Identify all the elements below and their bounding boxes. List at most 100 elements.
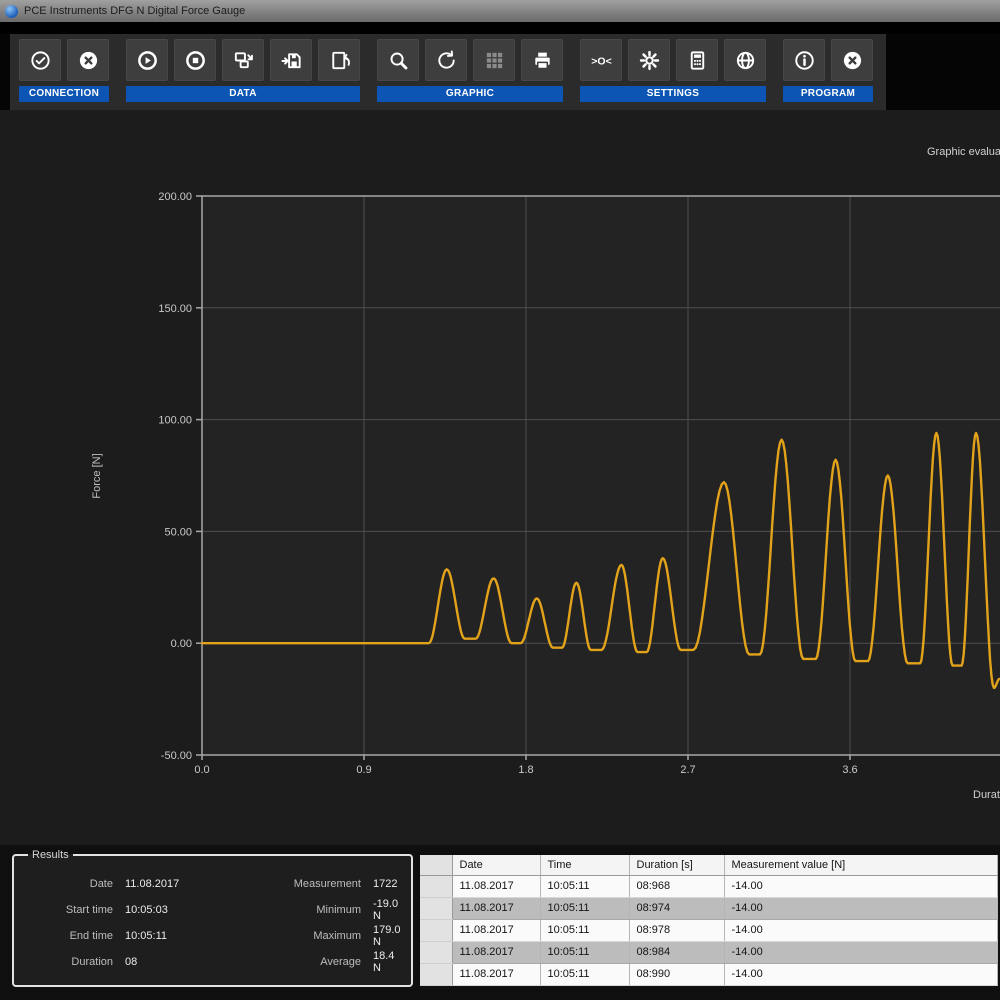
y-tick-label: 50.00: [164, 526, 192, 538]
toolbar-group-settings: >O< SETTINGS: [580, 39, 766, 102]
cell-time: 10:05:11: [540, 963, 630, 986]
cell-date: 11.08.2017: [452, 963, 541, 986]
window-title: PCE Instruments DFG N Digital Force Gaug…: [24, 5, 246, 17]
grid-toggle-button[interactable]: [473, 39, 515, 81]
row-selector[interactable]: [420, 897, 453, 920]
stop-measurement-button[interactable]: [174, 39, 216, 81]
x-tick-label: 0.9: [356, 764, 371, 776]
results-average-value: 18.4 N: [373, 950, 395, 974]
cell-date: 11.08.2017: [452, 919, 541, 942]
bottom-panel: Results Date 11.08.2017 Measurement 1722 Sta…: [0, 845, 1000, 1000]
group-label-connection: CONNECTION: [19, 86, 109, 102]
group-label-graphic: GRAPHIC: [377, 86, 563, 102]
column-header-time[interactable]: Time: [540, 855, 630, 876]
y-tick-label: 100.00: [158, 415, 192, 427]
toolbar-group-data: DATA: [126, 39, 360, 102]
save-data-button[interactable]: [270, 39, 312, 81]
y-tick-label: 0.00: [171, 638, 192, 650]
group-label-program: PROGRAM: [783, 86, 873, 102]
results-duration-value: 08: [125, 956, 138, 968]
zero-adjust-button[interactable]: >O<: [580, 39, 622, 81]
x-tick-label: 3.6: [842, 764, 857, 776]
import-data-button[interactable]: [318, 39, 360, 81]
connect-button[interactable]: [19, 39, 61, 81]
y-tick-label: -50.00: [161, 750, 192, 762]
cell-measurement-value: -14.00: [724, 919, 998, 942]
window-titlebar[interactable]: PCE Instruments DFG N Digital Force Gaug…: [0, 0, 1000, 22]
application-window: PCE Instruments DFG N Digital Force Gaug…: [0, 0, 1000, 1000]
grid-icon: [486, 52, 502, 68]
cell-date: 11.08.2017: [452, 875, 541, 898]
table-row[interactable]: 11.08.2017 10:05:11 08:984 -14.00: [420, 941, 998, 964]
results-date-value: 11.08.2017: [125, 878, 180, 890]
toolbar-group-graphic: GRAPHIC: [377, 39, 563, 102]
measurement-table: Date Time Duration [s] Measurement value [N…: [420, 855, 998, 986]
row-selector[interactable]: [420, 941, 453, 964]
print-graphic-button[interactable]: [521, 39, 563, 81]
table-header-row: Date Time Duration [s] Measurement value [N…: [420, 855, 998, 876]
x-tick-label: 1.8: [518, 764, 533, 776]
table-row[interactable]: 11.08.2017 10:05:11 08:968 -14.00: [420, 875, 998, 898]
cell-duration: 08:978: [629, 919, 725, 942]
settings-icon: [639, 50, 659, 70]
cell-duration: 08:990: [629, 963, 725, 986]
table-row[interactable]: 11.08.2017 10:05:11 08:978 -14.00: [420, 919, 998, 942]
cell-time: 10:05:11: [540, 941, 630, 964]
results-end-time-value: 10:05:11: [125, 930, 168, 942]
column-header-date[interactable]: Date: [452, 855, 541, 876]
calculator-icon: [690, 50, 704, 70]
results-maximum-value: 179.0 N: [373, 924, 401, 948]
export-data-button[interactable]: [222, 39, 264, 81]
results-date-label: Date: [89, 878, 113, 890]
chart-region: 200.00 150.00 100.00 50.00 0.00 -50.00 0.0 0.9 1…: [0, 110, 1000, 845]
refresh-icon: [437, 50, 455, 69]
force-chart: 200.00 150.00 100.00 50.00 0.00 -50.000.0 0.9 1…: [91, 146, 1000, 801]
row-selector[interactable]: [420, 919, 453, 942]
table-row[interactable]: 11.08.2017 10:05:11 08:974 -14.00: [420, 897, 998, 920]
exit-icon: [843, 51, 861, 69]
table-row[interactable]: 11.08.2017 10:05:11 08:990 -14.00: [420, 963, 998, 986]
toolbar-button-row: >O<: [580, 39, 766, 81]
measurement-table-container: Date Time Duration [s] Measurement value [N…: [420, 855, 998, 988]
stop-icon: [185, 50, 205, 70]
language-icon: [736, 51, 754, 69]
results-duration-label: Duration: [71, 956, 113, 968]
results-panel: Results Date 11.08.2017 Measurement 1722 Sta…: [12, 849, 413, 987]
row-selector[interactable]: [420, 875, 453, 898]
column-header-measurement-value-n-[interactable]: Measurement value [N]: [724, 855, 998, 876]
language-button[interactable]: [724, 39, 766, 81]
save-icon: [280, 52, 301, 68]
cell-measurement-value: -14.00: [724, 897, 998, 920]
zoom-button[interactable]: [377, 39, 419, 81]
results-measurement-value: 1722: [373, 878, 398, 890]
plot-area: [202, 196, 1000, 755]
print-icon: [534, 52, 550, 69]
play-icon: [137, 50, 157, 70]
cell-duration: 08:974: [629, 897, 725, 920]
program-info-button[interactable]: [783, 39, 825, 81]
toolbar-button-row: [126, 39, 360, 81]
disconnect-button[interactable]: [67, 39, 109, 81]
chart-title: Graphic evaluation: [927, 146, 1000, 158]
exit-program-button[interactable]: [831, 39, 873, 81]
calculator-button[interactable]: [676, 39, 718, 81]
app-icon: [5, 4, 18, 18]
cell-measurement-value: -14.00: [724, 875, 998, 898]
cell-duration: 08:968: [629, 875, 725, 898]
row-selector[interactable]: [420, 963, 453, 986]
titlebar-divider: [0, 22, 1000, 34]
results-row: End time 10:05:11 Maximum 179.0 N: [18, 923, 401, 949]
results-average-label: Average: [320, 956, 361, 968]
results-row: Start time 10:05:03 Minimum -19.0 N: [18, 897, 401, 923]
results-measurement-label: Measurement: [293, 878, 361, 890]
cell-measurement-value: -14.00: [724, 941, 998, 964]
zoom-icon: [390, 52, 407, 69]
start-measurement-button[interactable]: [126, 39, 168, 81]
results-start-time-label: Start time: [65, 904, 113, 916]
results-body: Date 11.08.2017 Measurement 1722 Start time 1…: [18, 871, 401, 975]
refresh-graphic-button[interactable]: [425, 39, 467, 81]
device-settings-button[interactable]: [628, 39, 670, 81]
connect-icon: [30, 50, 50, 70]
column-header-duration-s-[interactable]: Duration [s]: [629, 855, 725, 876]
cell-time: 10:05:11: [540, 919, 630, 942]
